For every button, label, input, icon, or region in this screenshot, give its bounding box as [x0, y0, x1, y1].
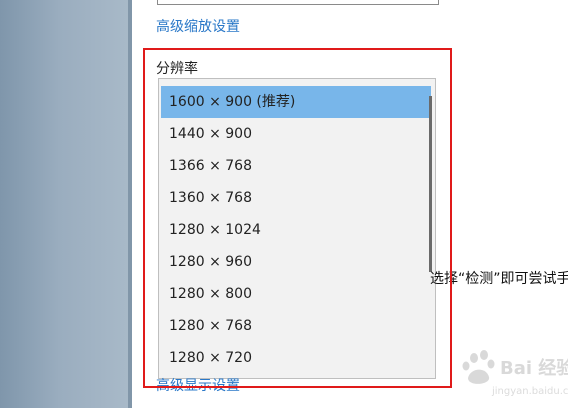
dropdown-scrollbar-thumb[interactable]: [429, 96, 432, 272]
watermark-url-text: jingyan.baidu.com: [491, 386, 568, 397]
resolution-option[interactable]: 1280 × 768: [161, 310, 431, 342]
baidu-jingyan-watermark: Bai 经验 jingyan.baidu.com: [462, 350, 568, 397]
resolution-dropdown-list[interactable]: 1600 × 900 (推荐) 1440 × 900 1366 × 768 13…: [158, 78, 436, 379]
resolution-option[interactable]: 1440 × 900: [161, 118, 431, 150]
paw-logo-icon: [462, 350, 495, 384]
resolution-option[interactable]: 1280 × 1024: [161, 214, 431, 246]
top-control-edge: [157, 0, 439, 5]
advanced-display-settings-link[interactable]: 高级显示设置: [156, 375, 240, 395]
resolution-option[interactable]: 1360 × 768: [161, 182, 431, 214]
resolution-option[interactable]: 1280 × 960: [161, 246, 431, 278]
resolution-label: 分辨率: [156, 61, 198, 77]
resolution-option[interactable]: 1280 × 800: [161, 278, 431, 310]
resolution-option[interactable]: 1600 × 900 (推荐): [161, 86, 431, 118]
detect-hint-text: 选择“检测”即可尝试手: [430, 271, 568, 287]
watermark-brand-text: Bai 经验: [500, 357, 568, 379]
advanced-scale-settings-link[interactable]: 高级缩放设置: [156, 16, 240, 36]
resolution-option[interactable]: 1280 × 720: [161, 342, 431, 374]
sidebar-divider: [128, 0, 132, 408]
left-sidebar-background: [0, 0, 132, 408]
resolution-option[interactable]: 1366 × 768: [161, 150, 431, 182]
